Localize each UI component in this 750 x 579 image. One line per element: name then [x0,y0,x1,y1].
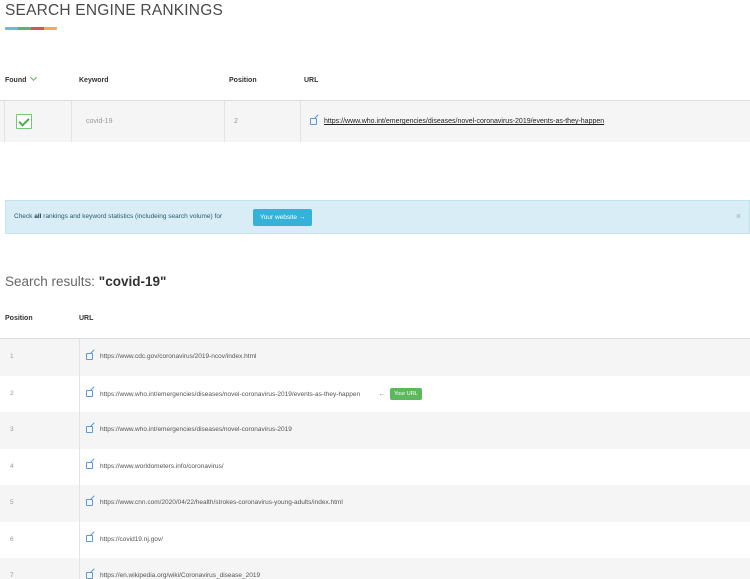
ranking-url-link[interactable]: https://www.who.int/emergencies/diseases… [324,118,604,125]
result-url-link[interactable]: https://en.wikipedia.org/wiki/Coronaviru… [100,572,260,579]
table-row: 5 https://www.cnn.com/2020/04/22/health/s… [0,485,750,522]
result-url-link[interactable]: https://www.worldometers.info/coronaviru… [100,463,224,470]
results-header-row: Position URL [0,302,750,339]
result-position: 7 [10,572,14,579]
result-position: 3 [10,426,14,433]
header-found[interactable]: Found [5,73,38,84]
result-url-link[interactable]: https://www.who.int/emergencies/diseases… [100,391,360,398]
result-position: 1 [10,353,14,360]
result-position: 5 [10,499,14,506]
close-icon[interactable]: × [736,211,741,221]
table-row: 1 https://www.cdc.gov/coronavirus/2019-nc… [0,339,750,376]
table-row: 4 https://www.worldometers.info/coronavir… [0,448,750,485]
result-position: 6 [10,535,14,543]
upsell-notice: Check all rankings and keyword statistic… [5,200,750,234]
page-title: SEARCH ENGINE RANKINGS [5,2,223,19]
external-link-icon[interactable] [86,571,93,579]
notice-text: Check all rankings and keyword statistic… [14,213,223,220]
ranking-row: covid-19 2 https://www.who.int/emergenci… [0,101,750,142]
result-url-link[interactable]: https://www.who.int/emergencies/diseases… [100,426,292,433]
table-row: 7 https://en.wikipedia.org/wiki/Coronavir… [0,558,750,579]
header-position: Position [229,77,257,84]
title-underline [5,27,57,30]
external-link-icon[interactable] [86,535,93,543]
external-link-icon[interactable] [86,498,93,506]
table-row: 2 https://www.who.int/emergencies/disease… [0,375,750,413]
ranking-position: 2 [234,118,238,125]
external-link-icon[interactable] [310,117,317,125]
header-keyword: Keyword [79,77,109,84]
header-position: Position [5,315,33,322]
chevron-down-icon[interactable] [30,73,38,82]
your-url-badge: Your URL [390,387,422,400]
found-check-icon [16,114,32,129]
rankings-header-row: Found Keyword Position URL [0,63,750,101]
header-url: URL [79,315,94,322]
external-link-icon[interactable] [86,462,93,470]
result-position: 4 [10,462,14,470]
header-url: URL [304,77,319,84]
table-row: 3 https://www.who.int/emergencies/disease… [0,412,750,449]
external-link-icon[interactable] [86,352,93,360]
your-website-button[interactable]: Your website → [253,209,313,226]
rankings-table: Found Keyword Position URL covid-19 2 ht… [0,63,750,142]
arrow-left-icon: ← [378,388,387,398]
result-url-link[interactable]: https://www.cnn.com/2020/04/22/health/st… [100,499,343,506]
result-url-link[interactable]: https://covid19.nj.gov/ [100,536,163,543]
your-url-marker: ← Your URL [378,376,422,413]
result-position: 2 [10,389,14,397]
results-table: Position URL 1 https://www.cdc.gov/corona… [0,302,750,579]
results-title: Search results: "covid-19" [5,274,167,289]
ranking-keyword: covid-19 [86,118,113,125]
external-link-icon[interactable] [86,390,93,398]
table-row: 6 https://covid19.nj.gov/ [0,521,750,558]
result-url-link[interactable]: https://www.cdc.gov/coronavirus/2019-nco… [100,353,256,360]
external-link-icon[interactable] [86,425,93,433]
